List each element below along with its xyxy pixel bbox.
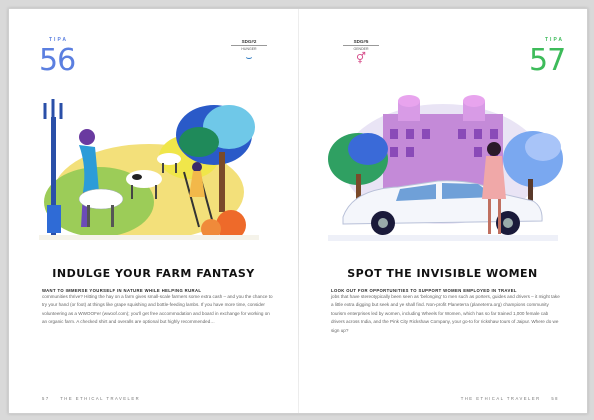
article-title: INDULGE YOUR FARM FANTASY bbox=[52, 267, 255, 280]
article-body: jobs that have stereotypically been seen… bbox=[331, 294, 560, 333]
page-number: 58 bbox=[551, 396, 559, 401]
gender-symbol-icon: ⚥ bbox=[356, 53, 366, 65]
sdg-value: GENDER bbox=[343, 45, 379, 51]
sdg-label: SDG#2 bbox=[241, 39, 257, 44]
sdg-label: SDG#5 bbox=[353, 39, 369, 44]
page-number: 57 bbox=[42, 396, 50, 401]
tip-number: 57 bbox=[529, 43, 566, 78]
article-body: communities thrive? Hitting the hay on a… bbox=[42, 294, 273, 325]
tip-number: 56 bbox=[39, 43, 76, 78]
bowl-icon: ⌣ bbox=[245, 52, 253, 64]
footer: 57 THE ETHICAL TRAVELER bbox=[42, 396, 140, 401]
sdg-value: HUNGER bbox=[231, 45, 267, 51]
article-title: SPOT THE INVISIBLE WOMEN bbox=[347, 267, 538, 280]
farm-illustration bbox=[39, 99, 259, 240]
right-page: SDG#5 GENDER ⚥ TIPA 57 SPOT THE INVISIBL… bbox=[298, 9, 587, 413]
book-spread: TIPA 56 SDG#2 HUNGER ⌣ INDULGE YOUR FARM… bbox=[8, 8, 588, 414]
palace-car-illustration bbox=[328, 95, 563, 241]
left-page: TIPA 56 SDG#2 HUNGER ⌣ INDULGE YOUR FARM… bbox=[9, 9, 298, 413]
running-title: THE ETHICAL TRAVELER bbox=[60, 396, 141, 401]
sdg-badge: SDG#2 HUNGER ⌣ bbox=[231, 39, 267, 65]
running-title: THE ETHICAL TRAVELER bbox=[460, 396, 541, 401]
footer: THE ETHICAL TRAVELER 58 bbox=[461, 396, 559, 401]
sdg-badge: SDG#5 GENDER ⚥ bbox=[343, 39, 379, 65]
